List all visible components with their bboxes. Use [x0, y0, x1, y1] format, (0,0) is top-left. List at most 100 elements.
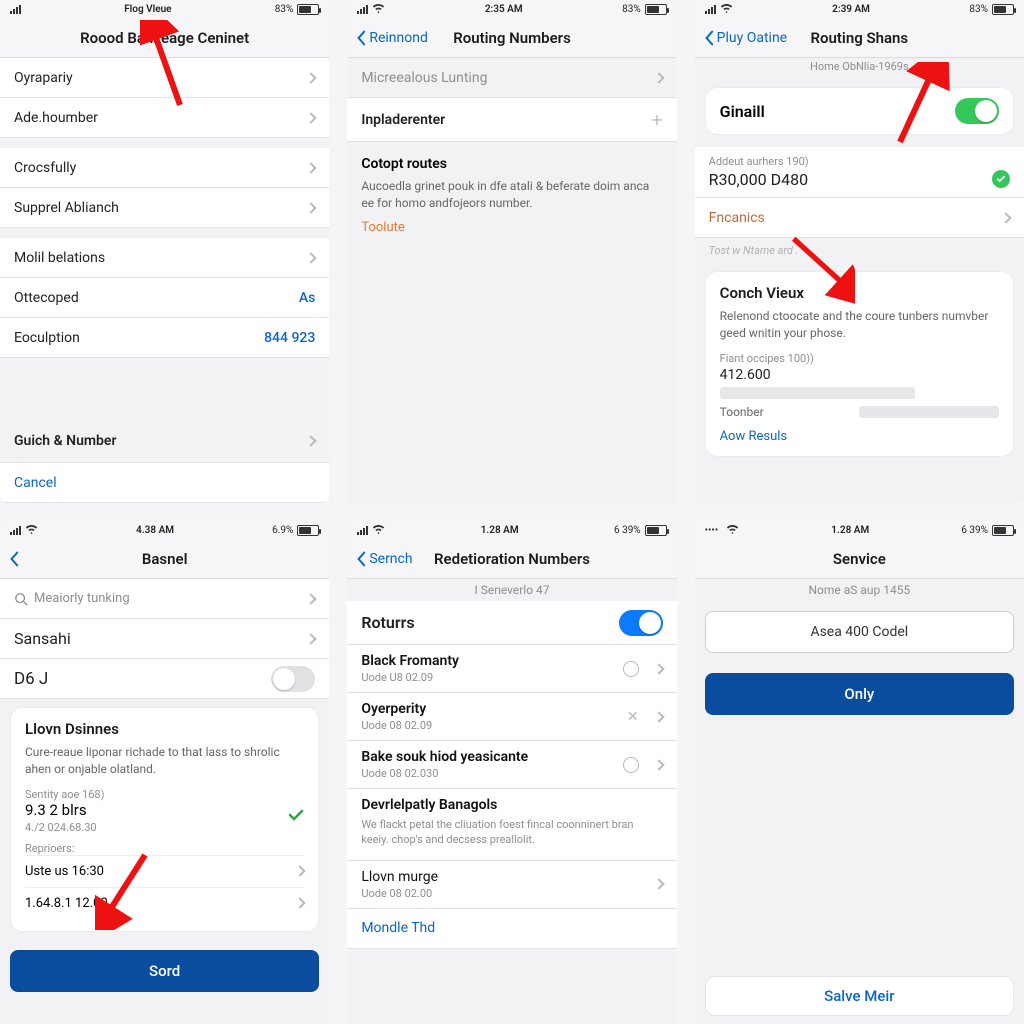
chevron-right-icon: [653, 711, 664, 722]
list-item[interactable]: Oyerperity Uode 08 02.09 ✕: [347, 693, 676, 741]
screen-6: •••• 1.28 AM 6 39% Senvice Nome aS aup 1…: [695, 521, 1024, 1024]
roturrs-toggle[interactable]: [619, 610, 663, 636]
screen-5: 1.28 AM 6 39% Sernch Redetioration Numbe…: [347, 521, 676, 1024]
status-time: 2:35 AM: [485, 4, 523, 15]
search-input[interactable]: Meaiorly tunking: [14, 591, 130, 606]
chevron-right-icon: [295, 897, 306, 908]
chevron-right-icon: [306, 435, 317, 446]
back-button[interactable]: Sernch: [355, 551, 412, 567]
chevron-right-icon: [306, 72, 317, 83]
wifi-icon: [720, 3, 733, 16]
status-bar: 1.28 AM 6 39%: [347, 521, 676, 539]
ginaill-toggle-card: Ginaill: [705, 87, 1014, 135]
screen-3: 2:39 AM 83% Pluy Oatine Routing Shans Ho…: [695, 0, 1024, 503]
search-icon: [14, 592, 28, 606]
row-rep2[interactable]: 1.64.8.1 12.00: [25, 887, 304, 919]
breadcrumb: Home ObNlia-1969s: [695, 58, 1024, 79]
code-input[interactable]: Asea 400 Codel: [705, 611, 1014, 653]
row-molil[interactable]: Molil belations: [0, 238, 329, 278]
chevron-right-icon: [653, 879, 664, 890]
page-title: Basnel: [0, 550, 329, 568]
row-oyrapariy[interactable]: Oyrapariy: [0, 58, 329, 98]
sord-button[interactable]: Sord: [10, 950, 319, 992]
search-row[interactable]: Meaiorly tunking: [0, 579, 329, 619]
roturrs-toggle-row[interactable]: Roturrs: [347, 601, 676, 645]
signal-icon: [10, 525, 21, 535]
page-title: Roood Bankeage Ceninet: [0, 29, 329, 47]
toggle-label: Ginaill: [720, 102, 955, 121]
chevron-right-icon: [306, 252, 317, 263]
row-adehoumber[interactable]: Ade.houmber: [0, 98, 329, 138]
cancel-button[interactable]: Cancel: [0, 463, 329, 503]
row-supprel[interactable]: Supprel Ablianch: [0, 188, 329, 228]
nav-bar: Sernch Redetioration Numbers: [347, 539, 676, 579]
conch-card: Conch Vieux Relenond ctoocate and the co…: [705, 271, 1014, 457]
status-time: 4.38 AM: [136, 525, 174, 536]
salve-button[interactable]: Salve Meir: [705, 976, 1014, 1016]
chevron-right-icon: [306, 202, 317, 213]
toolute-link[interactable]: Toolute: [361, 220, 662, 235]
back-button[interactable]: Reinnond: [355, 30, 428, 46]
wifi-icon: [372, 524, 385, 537]
redacted-line: [720, 387, 916, 399]
signal-icon: [357, 525, 368, 535]
row-d6j[interactable]: D6 J: [0, 659, 329, 699]
list-item[interactable]: Black Fromanty Uode U8 02.09: [347, 645, 676, 693]
chevron-right-icon: [306, 112, 317, 123]
circle-icon: [623, 661, 639, 677]
redacted-line: [859, 406, 999, 418]
status-bar: Flog Vleue 83%: [0, 0, 329, 18]
chevron-right-icon: [653, 72, 664, 83]
chevron-left-icon: [355, 30, 367, 46]
circle-icon: [623, 757, 639, 773]
battery-icon: [992, 4, 1014, 15]
chevron-right-icon: [306, 162, 317, 173]
nav-bar: Pluy Oatine Routing Shans: [695, 18, 1024, 58]
row-rep1[interactable]: Uste us 16:30: [25, 855, 304, 887]
wifi-icon: [726, 524, 739, 537]
d6j-toggle[interactable]: [271, 666, 315, 692]
check-icon: [288, 807, 304, 827]
status-time: 1.28 AM: [481, 525, 519, 536]
wifi-icon: [372, 3, 385, 16]
subtitle: I Seneverlo 47: [347, 579, 676, 601]
nav-bar: Senvice: [695, 539, 1024, 579]
row-guich-number[interactable]: Guich & Number: [0, 419, 329, 463]
list-item[interactable]: Llovn murge Uode 08 02.00: [347, 861, 676, 909]
row-addeut[interactable]: Addeut aurhers 190) R30,000 D480: [695, 147, 1024, 198]
row-sansahi[interactable]: Sansahi: [0, 619, 329, 659]
check-circle-icon: [992, 170, 1010, 188]
subtitle: Nome aS aup 1455: [695, 579, 1024, 601]
mondle-link[interactable]: Mondle Thd: [347, 909, 676, 949]
back-button[interactable]: [8, 551, 22, 567]
aow-results-link[interactable]: Aow Resuls: [720, 429, 999, 444]
card-title: Llovn Dsinnes: [25, 720, 304, 738]
list-item[interactable]: Bake souk hiod yeasicante Uode 08 02.030: [347, 741, 676, 789]
status-time: 1.28 AM: [831, 525, 869, 536]
screen-2: 2:35 AM 83% Reinnond Routing Numbers Mic…: [347, 0, 676, 503]
x-icon: ✕: [627, 709, 639, 725]
battery-icon: [297, 525, 319, 536]
row-eoculption[interactable]: Eoculption844 923: [0, 318, 329, 358]
nav-bar: Roood Bankeage Ceninet: [0, 18, 329, 58]
battery-icon: [297, 4, 319, 15]
status-bar: •••• 1.28 AM 6 39%: [695, 521, 1024, 539]
chevron-left-icon: [355, 551, 367, 567]
row-crocsfully[interactable]: Crocsfully: [0, 148, 329, 188]
chevron-right-icon: [306, 593, 317, 604]
only-button[interactable]: Only: [705, 673, 1014, 715]
row-fncanics[interactable]: Fncanics: [695, 198, 1024, 238]
ginaill-toggle[interactable]: [955, 98, 999, 124]
card-title: Conch Vieux: [720, 284, 999, 302]
battery-icon: [645, 525, 667, 536]
card-body: Cure-reaue liponar richade to that lass …: [25, 744, 304, 778]
signal-icon: [357, 4, 368, 14]
back-button[interactable]: Pluy Oatine: [703, 30, 787, 46]
nav-bar: Reinnond Routing Numbers: [347, 18, 676, 58]
hint-text: Tost w Ntame ard .: [695, 238, 1024, 263]
row-ottecoped[interactable]: OttecopedAs: [0, 278, 329, 318]
row-micreealous[interactable]: Micreealous Lunting: [347, 58, 676, 98]
chevron-right-icon: [295, 865, 306, 876]
status-title: Flog Vleue: [124, 4, 171, 15]
row-inpladerenter[interactable]: Inpladerenter+: [347, 98, 676, 142]
